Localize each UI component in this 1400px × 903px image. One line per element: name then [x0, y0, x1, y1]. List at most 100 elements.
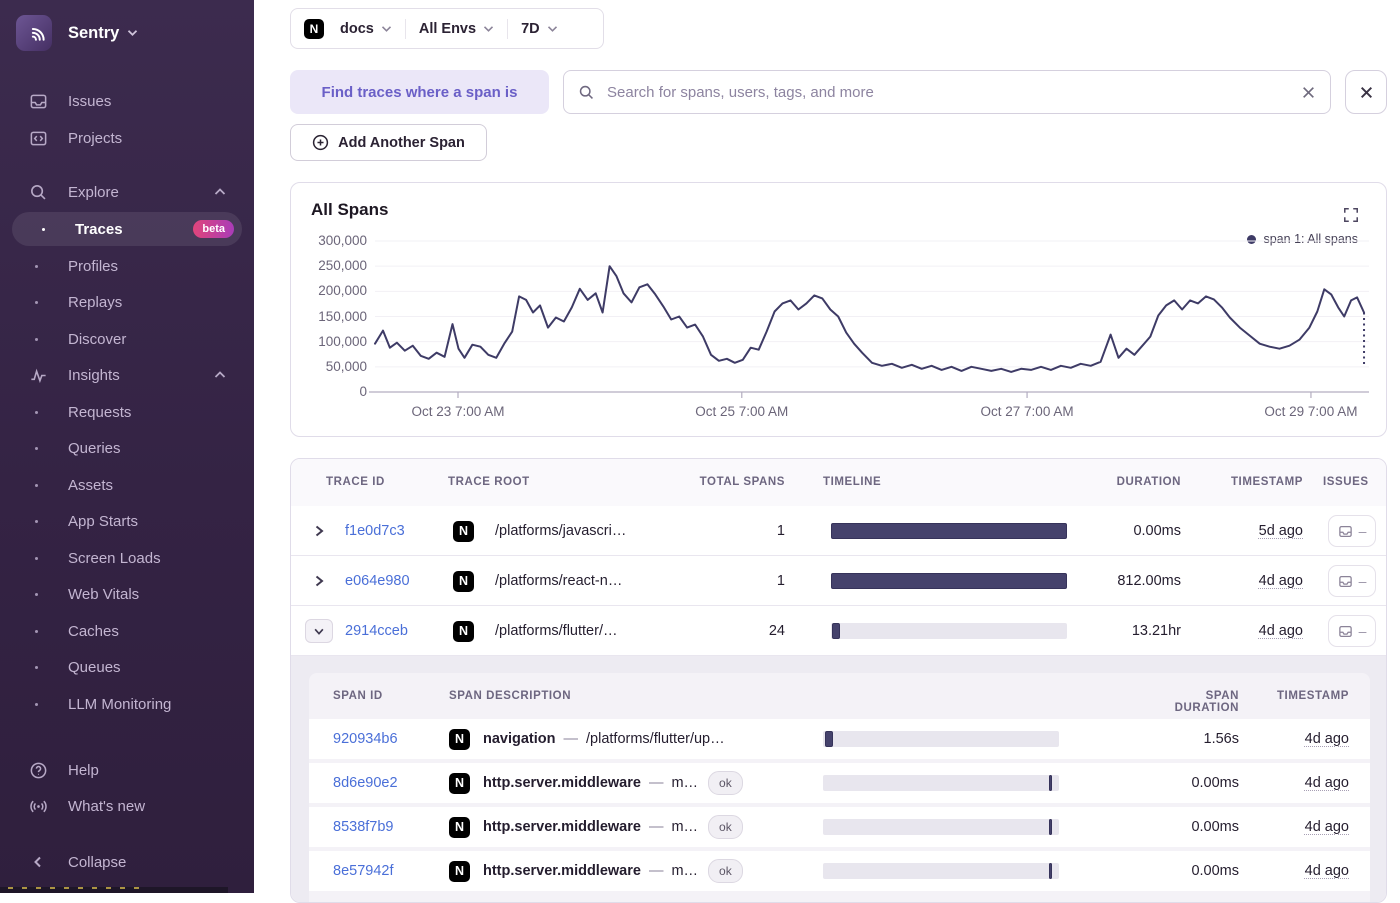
sidebar-collapse[interactable]: Collapse — [0, 845, 254, 879]
timeline-bar — [1049, 819, 1053, 835]
timestamp[interactable]: 5d ago — [1259, 523, 1303, 539]
timestamp[interactable]: 4d ago — [1305, 775, 1349, 791]
org-switcher[interactable]: Sentry — [16, 15, 138, 51]
nextjs-logo-icon: N — [449, 816, 470, 838]
sidebar-item-discover[interactable]: Discover — [0, 322, 254, 356]
project-icon-cell: N — [449, 807, 470, 847]
span-table: SPAN ID SPAN DESCRIPTION SPAN DURATION T… — [309, 673, 1370, 902]
bullet-icon — [42, 227, 45, 231]
span-duration: 0.00ms — [1191, 863, 1239, 879]
timeline-cell — [831, 506, 1067, 556]
find-traces-chip[interactable]: Find traces where a span is — [290, 70, 549, 114]
sidebar-item-assets[interactable]: Assets — [0, 468, 254, 502]
expand-row-control[interactable] — [313, 506, 325, 556]
date-range-filter[interactable]: 7D — [521, 21, 558, 37]
org-name: Sentry — [68, 23, 120, 42]
column-header-timestamp: TIMESTAMP — [1276, 690, 1349, 702]
sidebar-item-issues[interactable]: Issues — [0, 84, 254, 118]
status-badge: ok — [708, 815, 743, 839]
issues-button[interactable]: – — [1328, 565, 1376, 597]
sidebar-section-explore[interactable]: Explore — [0, 175, 254, 209]
span-desc-text: m… — [671, 863, 699, 879]
timeline-cell — [823, 763, 1059, 803]
timestamp[interactable]: 4d ago — [1305, 819, 1349, 835]
chevron-down-icon — [381, 25, 391, 32]
trace-root: /platforms/react-n… — [495, 573, 623, 589]
sidebar-section-insights[interactable]: Insights — [0, 358, 254, 392]
timestamp[interactable]: 4d ago — [1259, 623, 1303, 639]
sidebar-item-label: LLM Monitoring — [68, 695, 172, 713]
sidebar-item-web-vitals[interactable]: Web Vitals — [0, 577, 254, 611]
timestamp-cell: 4d ago — [1254, 719, 1349, 759]
environment-filter[interactable]: All Envs — [419, 21, 494, 37]
clear-search-icon[interactable] — [1301, 85, 1316, 100]
project-icon-cell: N — [453, 506, 474, 556]
sidebar-item-label: Collapse — [68, 853, 127, 871]
table-header: TRACE ID TRACE ROOT TOTAL SPANS TIMELINE… — [291, 459, 1386, 507]
chevron-down-button[interactable] — [305, 619, 333, 643]
span-search-input[interactable] — [605, 82, 1301, 102]
sidebar-item-projects[interactable]: Projects — [0, 121, 254, 155]
timeline-cell — [831, 606, 1067, 656]
search-icon — [28, 182, 48, 202]
bottom-cutoff-artifact — [0, 887, 228, 893]
sidebar-item-label: Traces — [75, 220, 123, 238]
issues-button[interactable]: – — [1328, 615, 1376, 647]
add-another-span-label: Add Another Span — [338, 134, 465, 151]
sidebar-item-screen-loads[interactable]: Screen Loads — [0, 541, 254, 575]
y-tick-label: 100,000 — [318, 334, 367, 349]
sidebar-item-caches[interactable]: Caches — [0, 614, 254, 648]
sidebar-item-app-starts[interactable]: App Starts — [0, 504, 254, 538]
sidebar-item-queries[interactable]: Queries — [0, 431, 254, 465]
nextjs-logo-icon: N — [453, 620, 474, 642]
issues-count: – — [1358, 573, 1367, 589]
sidebar-item-requests[interactable]: Requests — [0, 395, 254, 429]
sidebar-item-llm-monitoring[interactable]: LLM Monitoring — [0, 687, 254, 721]
bullet-icon — [35, 446, 38, 450]
issues-button[interactable]: – — [1328, 515, 1376, 547]
sidebar-item-traces[interactable]: Traces beta — [12, 212, 242, 246]
chevron-up-icon — [214, 371, 226, 378]
expand-row-control[interactable] — [313, 556, 325, 606]
chevron-right-icon — [315, 575, 324, 587]
span-op: http.server.middleware — [483, 775, 641, 791]
sidebar-item-label: App Starts — [68, 512, 139, 530]
project-icon-cell: N — [449, 851, 470, 891]
chevron-left-icon — [28, 852, 48, 872]
bullet-icon — [35, 337, 38, 341]
issues-cell: – — [1328, 556, 1376, 606]
timeline-cell — [831, 556, 1067, 606]
timestamp[interactable]: 4d ago — [1305, 731, 1349, 747]
remove-span-filter-button[interactable] — [1345, 70, 1387, 114]
span-id-link[interactable]: 8538f7b9 — [333, 807, 393, 847]
issues-count: – — [1358, 623, 1367, 639]
collapse-row-control[interactable] — [305, 606, 333, 656]
span-description: http.server.middleware — m… ok — [483, 763, 743, 803]
sidebar-item-label: Requests — [68, 403, 132, 421]
project-icon-cell: N — [449, 763, 470, 803]
trace-row: e064e980 N /platforms/react-n… 1 812.00m… — [291, 556, 1386, 606]
span-id-link[interactable]: 8d6e90e2 — [333, 763, 398, 803]
separator: — — [648, 775, 664, 791]
y-tick-label: 150,000 — [318, 309, 367, 324]
span-id-link[interactable]: 8e57942f — [333, 851, 393, 891]
timestamp[interactable]: 4d ago — [1305, 863, 1349, 879]
add-another-span-button[interactable]: Add Another Span — [290, 124, 487, 161]
timeline-track — [831, 523, 1067, 539]
timestamp-cell: 4d ago — [1206, 556, 1303, 606]
sidebar-item-help[interactable]: Help — [0, 753, 254, 787]
trace-id-link[interactable]: 2914cceb — [345, 606, 408, 656]
timestamp[interactable]: 4d ago — [1259, 573, 1303, 589]
nextjs-logo-icon: N — [449, 860, 470, 882]
trace-id-link[interactable]: e064e980 — [345, 556, 410, 606]
span-id-link[interactable]: 920934b6 — [333, 719, 398, 759]
sidebar-item-queues[interactable]: Queues — [0, 650, 254, 684]
sidebar-item-whats-new[interactable]: What's new — [0, 789, 254, 823]
project-filter[interactable]: N docs — [304, 18, 392, 39]
trace-id-link[interactable]: f1e0d7c3 — [345, 506, 405, 556]
span-op: navigation — [483, 731, 556, 747]
span-description: http.server.middleware — m… ok — [483, 851, 743, 891]
sidebar-item-replays[interactable]: Replays — [0, 285, 254, 319]
nextjs-logo-icon: N — [453, 520, 474, 542]
sidebar-item-profiles[interactable]: Profiles — [0, 249, 254, 283]
